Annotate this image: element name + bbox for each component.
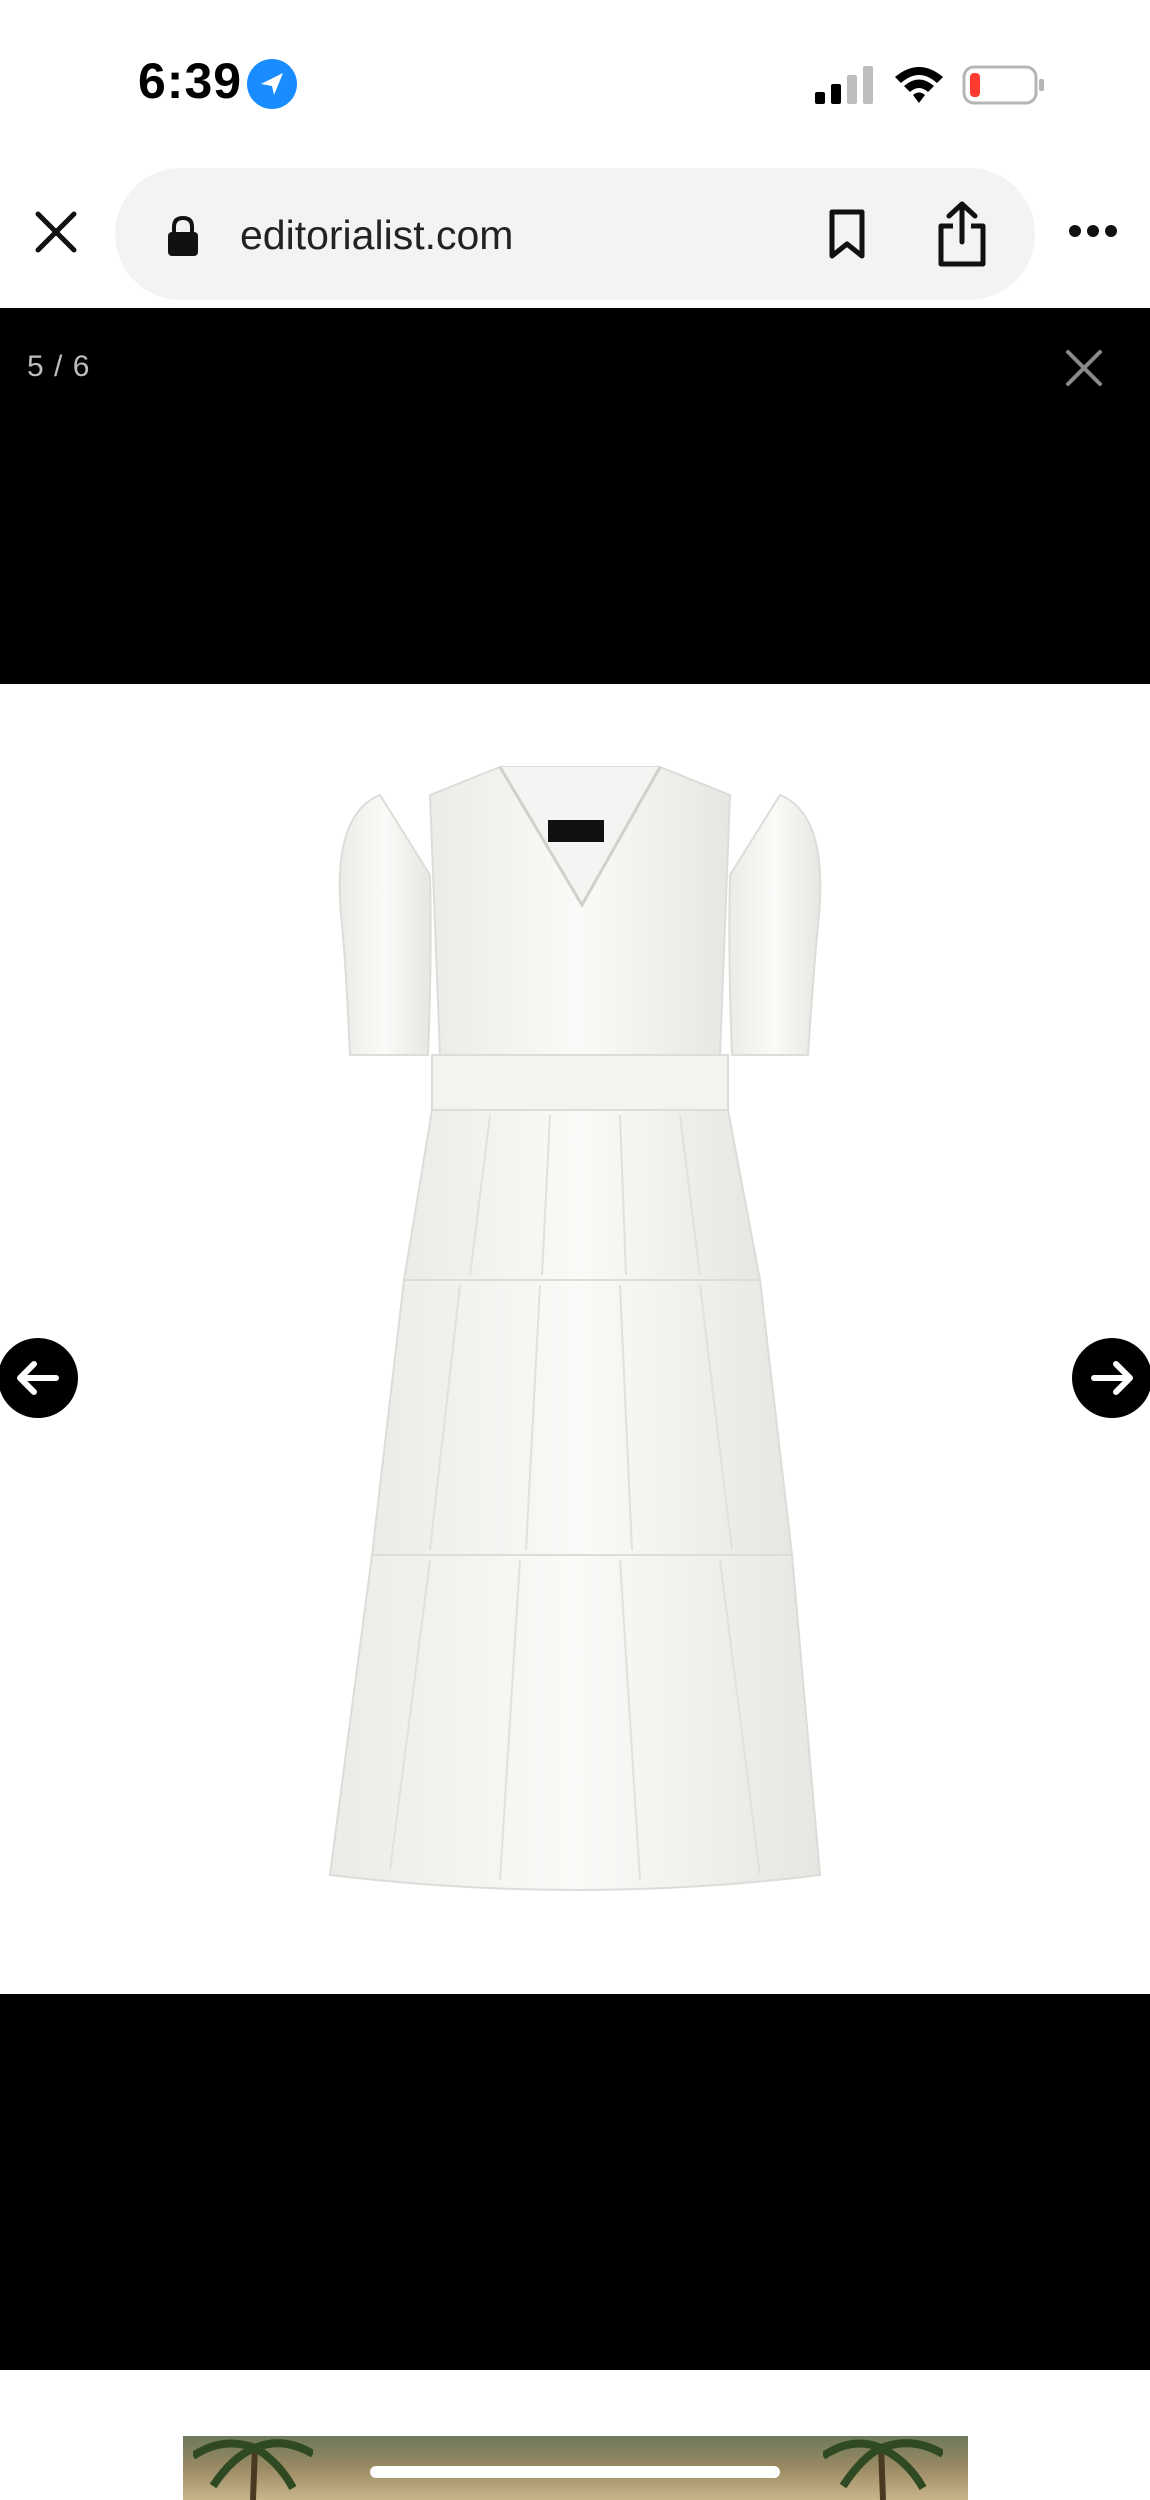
bookmark-icon[interactable] (826, 208, 868, 260)
arrow-left-icon (17, 1361, 59, 1395)
close-icon[interactable] (30, 206, 82, 258)
close-icon[interactable] (1064, 348, 1104, 388)
share-icon[interactable] (935, 200, 989, 268)
gallery-header (0, 308, 1150, 684)
gallery-footer (0, 1994, 1150, 2370)
home-indicator[interactable] (370, 2466, 780, 2478)
url-text[interactable]: editorialist.com (240, 212, 513, 259)
palm-tree-icon (823, 2439, 943, 2500)
location-arrow-icon (247, 59, 297, 109)
product-image (328, 766, 822, 1891)
next-image-button[interactable] (1072, 1338, 1150, 1418)
arrow-right-icon (1091, 1361, 1133, 1395)
status-time: 6:39 (138, 53, 243, 109)
image-counter: 5 / 6 (27, 350, 91, 383)
wifi-icon (895, 67, 943, 103)
palm-tree-icon (193, 2439, 313, 2500)
more-icon[interactable] (1068, 224, 1118, 238)
lock-icon (168, 215, 198, 256)
battery-icon (962, 65, 1044, 105)
cellular-signal-icon (815, 66, 873, 104)
status-bar: 6:39 (0, 0, 1150, 165)
previous-image-button[interactable] (0, 1338, 78, 1418)
